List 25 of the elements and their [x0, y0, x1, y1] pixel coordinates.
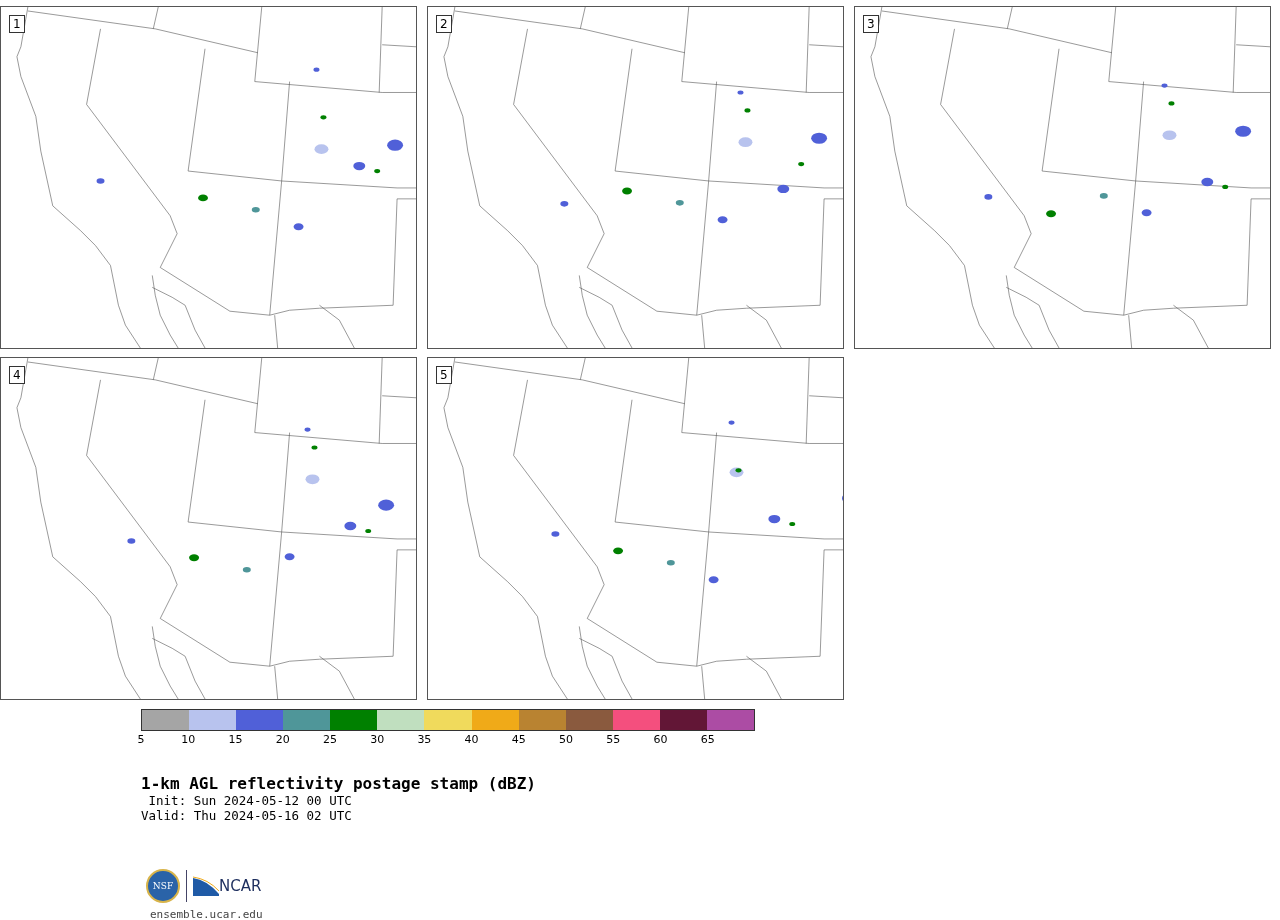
tick-label: 15: [228, 733, 243, 746]
nsf-logo: NSF: [146, 869, 180, 903]
valid-time: Valid: Thu 2024-05-16 02 UTC: [141, 808, 353, 823]
wave-icon: [193, 876, 219, 896]
ncar-logo: NCAR: [219, 877, 262, 895]
tick-label: 65: [700, 733, 715, 746]
tick-label: 50: [559, 733, 574, 746]
tick-label: 5: [137, 733, 145, 746]
init-time: Init: Sun 2024-05-12 00 UTC: [147, 793, 353, 808]
chart-title: 1-km AGL reflectivity postage stamp (dBZ): [141, 774, 537, 793]
tick-label: 40: [464, 733, 479, 746]
tick-label: 25: [322, 733, 337, 746]
panel-number: 5: [436, 366, 452, 384]
panel-number: 1: [9, 15, 25, 33]
tick-label: 45: [511, 733, 526, 746]
tick-label: 60: [653, 733, 668, 746]
panel-number: 3: [863, 15, 879, 33]
tick-label: 10: [181, 733, 196, 746]
site-url: ensemble.ucar.edu: [150, 908, 264, 920]
panel-number: 2: [436, 15, 452, 33]
tick-label: 30: [370, 733, 385, 746]
panel-number: 4: [9, 366, 25, 384]
tick-label: 20: [275, 733, 290, 746]
tick-label: 55: [606, 733, 621, 746]
tick-label: 35: [417, 733, 432, 746]
